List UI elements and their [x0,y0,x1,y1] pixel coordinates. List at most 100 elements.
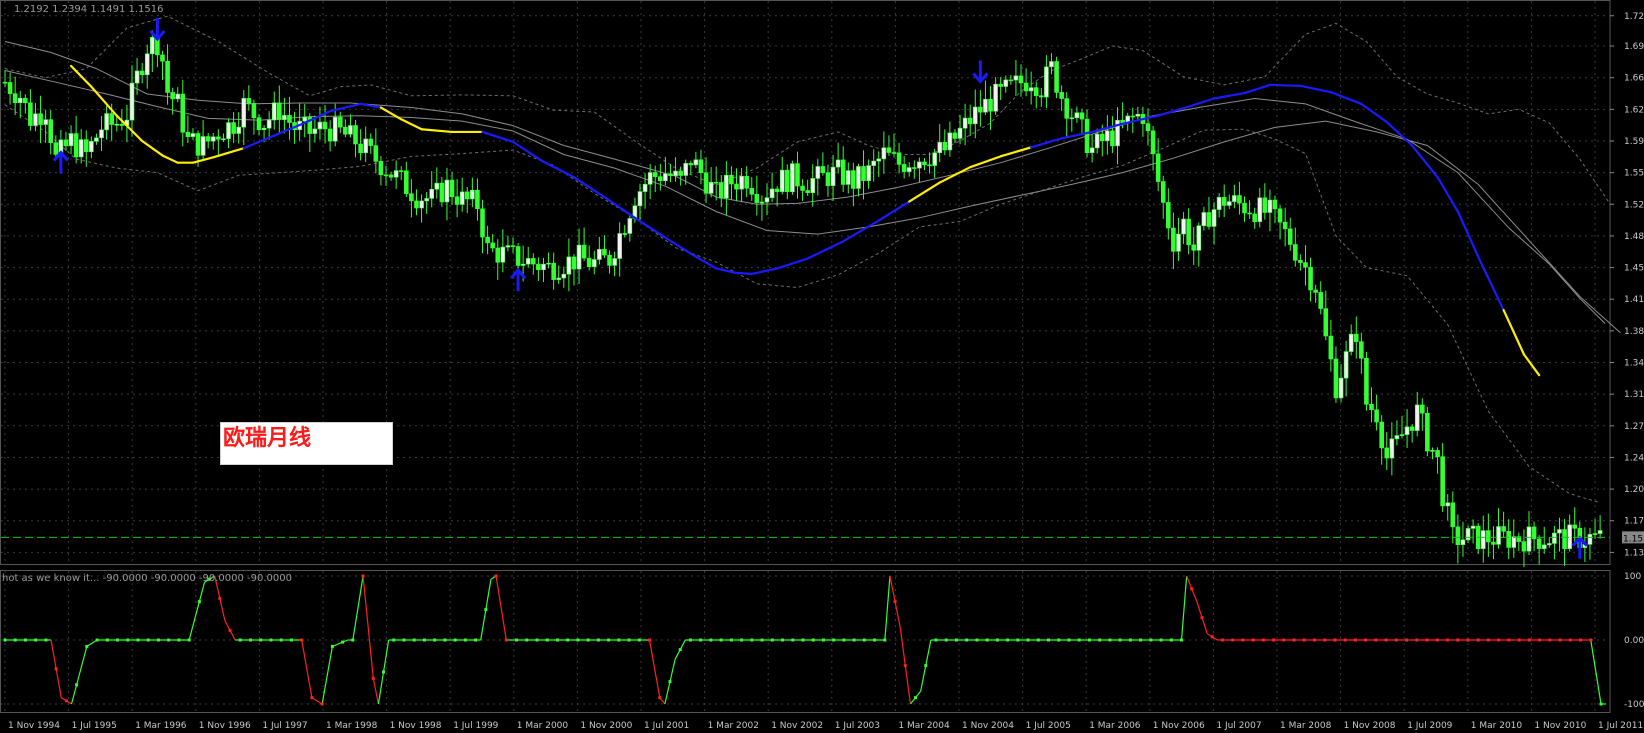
candle-body [175,93,181,100]
candle-body [1145,123,1151,132]
candle-body [7,82,13,94]
osc-point [330,644,334,648]
candle-body [1130,115,1136,118]
osc-point [1466,638,1470,642]
candle-body [703,172,709,194]
fast-line-rising-segment [806,240,845,260]
osc-point [658,696,662,700]
candle-body [170,92,175,100]
osc-point [1292,638,1296,642]
osc-line-up [188,582,206,641]
candle-body [1425,412,1430,452]
candle-body [373,145,379,162]
candle-body [429,188,435,199]
candle-body [1333,358,1339,399]
candle-body [906,167,912,172]
candle-body [724,174,729,199]
osc-line-down [648,639,661,698]
candle-body [1039,95,1044,98]
candle-body [835,159,841,168]
indicator-panel-frame [0,570,1611,713]
osc-point [515,638,519,642]
y-tick-label: 1.4850 [1624,232,1644,242]
candle-body [500,246,506,263]
osc-point [1384,638,1388,642]
y-tick-label: 1.3800 [1624,327,1644,337]
osc-point [1548,638,1552,642]
osc-point [1006,638,1010,642]
osc-point [545,638,549,642]
candle-body [17,97,23,103]
candle-body [348,125,353,135]
candle-body [1460,539,1466,545]
candle-body [12,93,18,103]
osc-point [637,638,641,642]
fast-line-rising-segment [750,267,779,275]
osc-point [617,638,621,642]
osc-point [1333,638,1337,642]
osc-point [1497,638,1501,642]
osc-point [289,638,293,642]
candle-body [957,127,963,139]
osc-point [750,638,754,642]
candle-body [1171,227,1176,252]
candle-body [1536,538,1542,549]
fast-line-falling-segment [212,147,245,159]
candle-body [419,200,424,209]
candle-body [871,160,876,166]
candle-body [1267,199,1273,213]
fast-line-falling-segment [141,139,164,157]
candle-body [1541,544,1547,549]
osc-point [1087,638,1091,642]
osc-point [54,667,58,671]
osc-point [279,638,283,642]
candle-body [820,166,826,173]
candle-body [33,113,38,126]
candle-body [988,98,993,112]
candle-body [1155,153,1161,182]
candle-body [647,172,653,185]
candle-body [454,196,460,205]
osc-point [1425,638,1429,642]
fast-line-falling-segment [1522,353,1541,377]
osc-point [484,608,488,612]
candle-body [525,258,531,265]
osc-point [1077,638,1081,642]
candle-body [1547,543,1552,546]
osc-point [1128,638,1132,642]
osc-point [709,638,713,642]
candle-body [490,242,495,249]
osc-point [535,638,539,642]
chart-area[interactable]: 1.7285 1.6950 1.6600 1.6250 1.5900 1.5550 1.52… [0,0,1644,733]
candle-body [1470,525,1476,529]
osc-y-tick-label: -100 [1624,700,1644,710]
candle-body [505,245,511,248]
osc-point [903,664,907,668]
osc-point [566,638,570,642]
y-tick-label: 1.5900 [1624,137,1644,147]
candle-body [231,122,236,134]
y-tick-label: 1.1350 [1624,548,1644,558]
osc-point [1456,638,1460,642]
candle-body [1150,130,1156,155]
osc-point [770,638,774,642]
candle-body [1089,147,1095,153]
candle-body [1008,79,1014,82]
osc-point [463,638,467,642]
y-tick-label: 1.7285 [1624,12,1644,22]
osc-point [1210,635,1214,639]
candle-body [1445,502,1451,507]
candle-body [119,123,125,126]
osc-point [1589,638,1593,642]
candle-body [1028,87,1034,92]
main-panel-frame [0,0,1611,565]
candle-body [388,174,394,178]
candle-body [942,142,948,151]
y-tick-label: 1.3450 [1624,359,1644,369]
x-tick-label: 1 Jul 2007 [1216,721,1261,731]
osc-point [596,638,600,642]
fast-line-rising-segment [1436,176,1459,213]
candle-body [891,152,897,154]
osc-point [719,638,723,642]
candle-body [581,244,587,259]
